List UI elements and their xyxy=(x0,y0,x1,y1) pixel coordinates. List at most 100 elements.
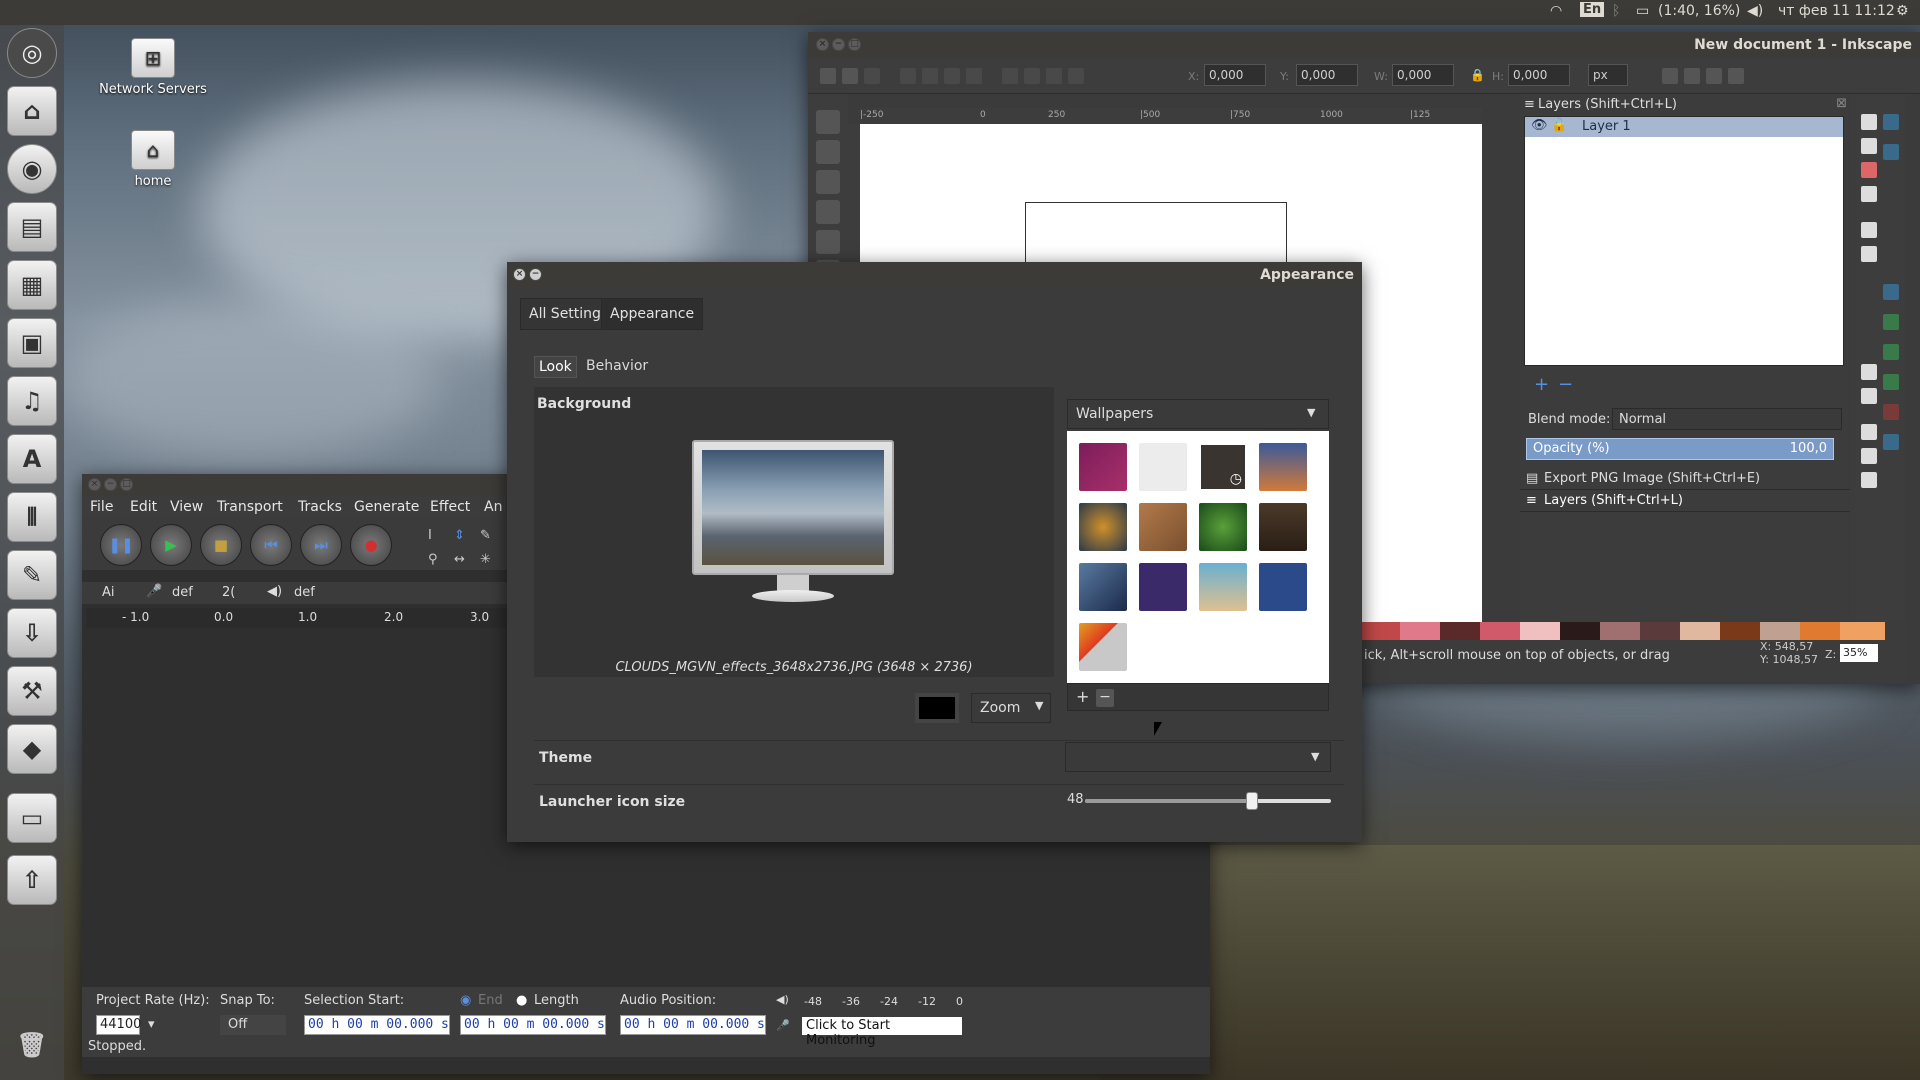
record-button[interactable]: ● xyxy=(350,524,392,566)
play-button[interactable]: ▶ xyxy=(150,524,192,566)
scale-corners-icon[interactable] xyxy=(1684,68,1700,84)
desktop-icon-home[interactable]: ⌂ home xyxy=(98,130,208,189)
rotate-cw-icon[interactable] xyxy=(922,68,938,84)
settings-icon[interactable]: ⫴ xyxy=(7,492,57,542)
unit-select[interactable]: px xyxy=(1588,64,1628,86)
select-all-icon[interactable] xyxy=(820,68,836,84)
wallpaper-source-select[interactable]: Wallpapers xyxy=(1067,399,1329,429)
zoom-tool-icon[interactable] xyxy=(816,200,840,224)
menu-edit[interactable]: Edit xyxy=(130,499,157,515)
palette-swatch[interactable] xyxy=(1840,622,1885,640)
dash-icon[interactable]: ◎ xyxy=(7,28,57,78)
measure-tool-icon[interactable] xyxy=(816,230,840,254)
recording-device-select[interactable]: def xyxy=(172,585,193,600)
cut-icon[interactable] xyxy=(1861,364,1877,380)
zoom-input[interactable]: 35% xyxy=(1840,644,1878,662)
wallpaper-thumbnail[interactable] xyxy=(1079,623,1127,671)
flip-horizontal-icon[interactable] xyxy=(944,68,960,84)
open-icon[interactable] xyxy=(1861,138,1877,154)
channels-select[interactable]: 2( xyxy=(222,585,235,600)
wallpaper-thumbnail-selected[interactable]: ◷ xyxy=(1199,443,1247,491)
multi-tool-icon[interactable]: ✳ xyxy=(480,552,491,567)
snap-midpoints-icon[interactable] xyxy=(1883,374,1899,390)
palette-swatch[interactable] xyxy=(1400,622,1440,640)
select-all-layers-icon[interactable] xyxy=(842,68,858,84)
home-folder-icon[interactable]: ⌂ xyxy=(7,86,57,136)
snap-toggle-icon[interactable] xyxy=(1883,114,1899,130)
zoom-tool-icon[interactable]: ⚲ xyxy=(428,552,438,567)
inkscape-icon[interactable]: ✎ xyxy=(7,550,57,600)
raise-icon[interactable] xyxy=(1024,68,1040,84)
stop-button[interactable]: ■ xyxy=(200,524,242,566)
battery-icon[interactable]: ▭ xyxy=(1636,3,1649,19)
scale-stroke-icon[interactable] xyxy=(1662,68,1678,84)
close-button[interactable]: × xyxy=(513,268,526,281)
wallpaper-thumbnail[interactable] xyxy=(1079,563,1127,611)
palette-swatch[interactable] xyxy=(1720,622,1760,640)
x-input[interactable]: 0,000 xyxy=(1204,64,1266,86)
snap-intersections-icon[interactable] xyxy=(1883,344,1899,360)
presentation-icon[interactable]: ▣ xyxy=(7,318,57,368)
move-gradients-icon[interactable] xyxy=(1706,68,1722,84)
selection-tool-icon[interactable]: I xyxy=(428,528,432,543)
trash-icon[interactable]: 🗑 xyxy=(7,1020,57,1070)
workspace-switcher-icon[interactable]: ◆ xyxy=(7,724,57,774)
selection-end-input[interactable]: 00 h 00 m 00.000 s xyxy=(460,1015,606,1035)
layer-row[interactable]: 👁 🔓 Layer 1 xyxy=(1525,117,1843,137)
wallpaper-thumbnail[interactable] xyxy=(1139,563,1187,611)
snap-bbox-icon[interactable] xyxy=(1883,144,1899,160)
minimize-button[interactable]: − xyxy=(529,268,542,281)
zoom-drawing-icon[interactable] xyxy=(1861,448,1877,464)
maximize-button[interactable]: □ xyxy=(848,38,861,51)
remove-layer-icon[interactable]: − xyxy=(1558,374,1573,395)
palette-swatch[interactable] xyxy=(1600,622,1640,640)
w-input[interactable]: 0,000 xyxy=(1392,64,1454,86)
window-icon[interactable]: ▭ xyxy=(7,793,57,843)
pause-button[interactable]: ❚❚ xyxy=(100,524,142,566)
project-rate-input[interactable]: 44100 xyxy=(96,1015,141,1035)
audio-host-select[interactable]: Ai xyxy=(102,585,115,600)
menu-generate[interactable]: Generate xyxy=(354,499,419,515)
audacity-icon[interactable]: ♫ xyxy=(7,376,57,426)
launcher-icon-size-slider[interactable] xyxy=(1085,792,1331,810)
wallpaper-thumbnail[interactable] xyxy=(1199,563,1247,611)
minimize-button[interactable]: − xyxy=(104,478,117,491)
theme-select[interactable] xyxy=(1065,742,1331,772)
wallpaper-thumbnail[interactable] xyxy=(1259,563,1307,611)
selection-start-input[interactable]: 00 h 00 m 00.000 s xyxy=(304,1015,450,1035)
system-settings-icon[interactable]: ⚒ xyxy=(7,666,57,716)
node-tool-icon[interactable] xyxy=(816,140,840,164)
snap-nodes-icon[interactable] xyxy=(1883,284,1899,300)
gear-icon[interactable]: ⚙ xyxy=(1896,3,1909,19)
timeshift-tool-icon[interactable]: ↔ xyxy=(454,552,465,567)
deselect-icon[interactable] xyxy=(864,68,880,84)
layer-name[interactable]: Layer 1 xyxy=(1582,119,1631,134)
wallpaper-thumbnail[interactable] xyxy=(1139,443,1187,491)
menu-effect[interactable]: Effect xyxy=(430,499,470,515)
zoom-selection-icon[interactable] xyxy=(1861,424,1877,440)
snap-to-select[interactable]: Off xyxy=(220,1015,286,1035)
wallpaper-thumbnail[interactable] xyxy=(1139,503,1187,551)
remove-wallpaper-button[interactable]: − xyxy=(1096,689,1114,707)
menu-transport[interactable]: Transport xyxy=(217,499,283,515)
opacity-slider[interactable]: Opacity (%) 100,0 xyxy=(1526,438,1834,460)
skip-end-button[interactable]: ⏭ xyxy=(300,524,342,566)
tab-behavior[interactable]: Behavior xyxy=(582,356,652,376)
palette-swatch[interactable] xyxy=(1520,622,1560,640)
end-radio[interactable]: ◉ xyxy=(460,993,471,1008)
close-button[interactable]: × xyxy=(816,38,829,51)
wallpaper-thumbnail[interactable] xyxy=(1259,503,1307,551)
menu-tracks[interactable]: Tracks xyxy=(298,499,342,515)
snap-paths-icon[interactable] xyxy=(1883,314,1899,330)
keyboard-layout-indicator[interactable]: En xyxy=(1580,2,1605,17)
close-button[interactable]: × xyxy=(88,478,101,491)
minimize-button[interactable]: − xyxy=(832,38,845,51)
installer-icon[interactable]: ⇩ xyxy=(7,608,57,658)
background-color-button[interactable] xyxy=(915,693,959,723)
rotate-ccw-icon[interactable] xyxy=(900,68,916,84)
length-radio[interactable]: ● xyxy=(516,993,527,1008)
start-monitoring-button[interactable]: Click to Start Monitoring xyxy=(802,1017,962,1048)
spreadsheet-icon[interactable]: ▦ xyxy=(7,260,57,310)
palette-swatch[interactable] xyxy=(1680,622,1720,640)
export-icon[interactable] xyxy=(1861,246,1877,262)
